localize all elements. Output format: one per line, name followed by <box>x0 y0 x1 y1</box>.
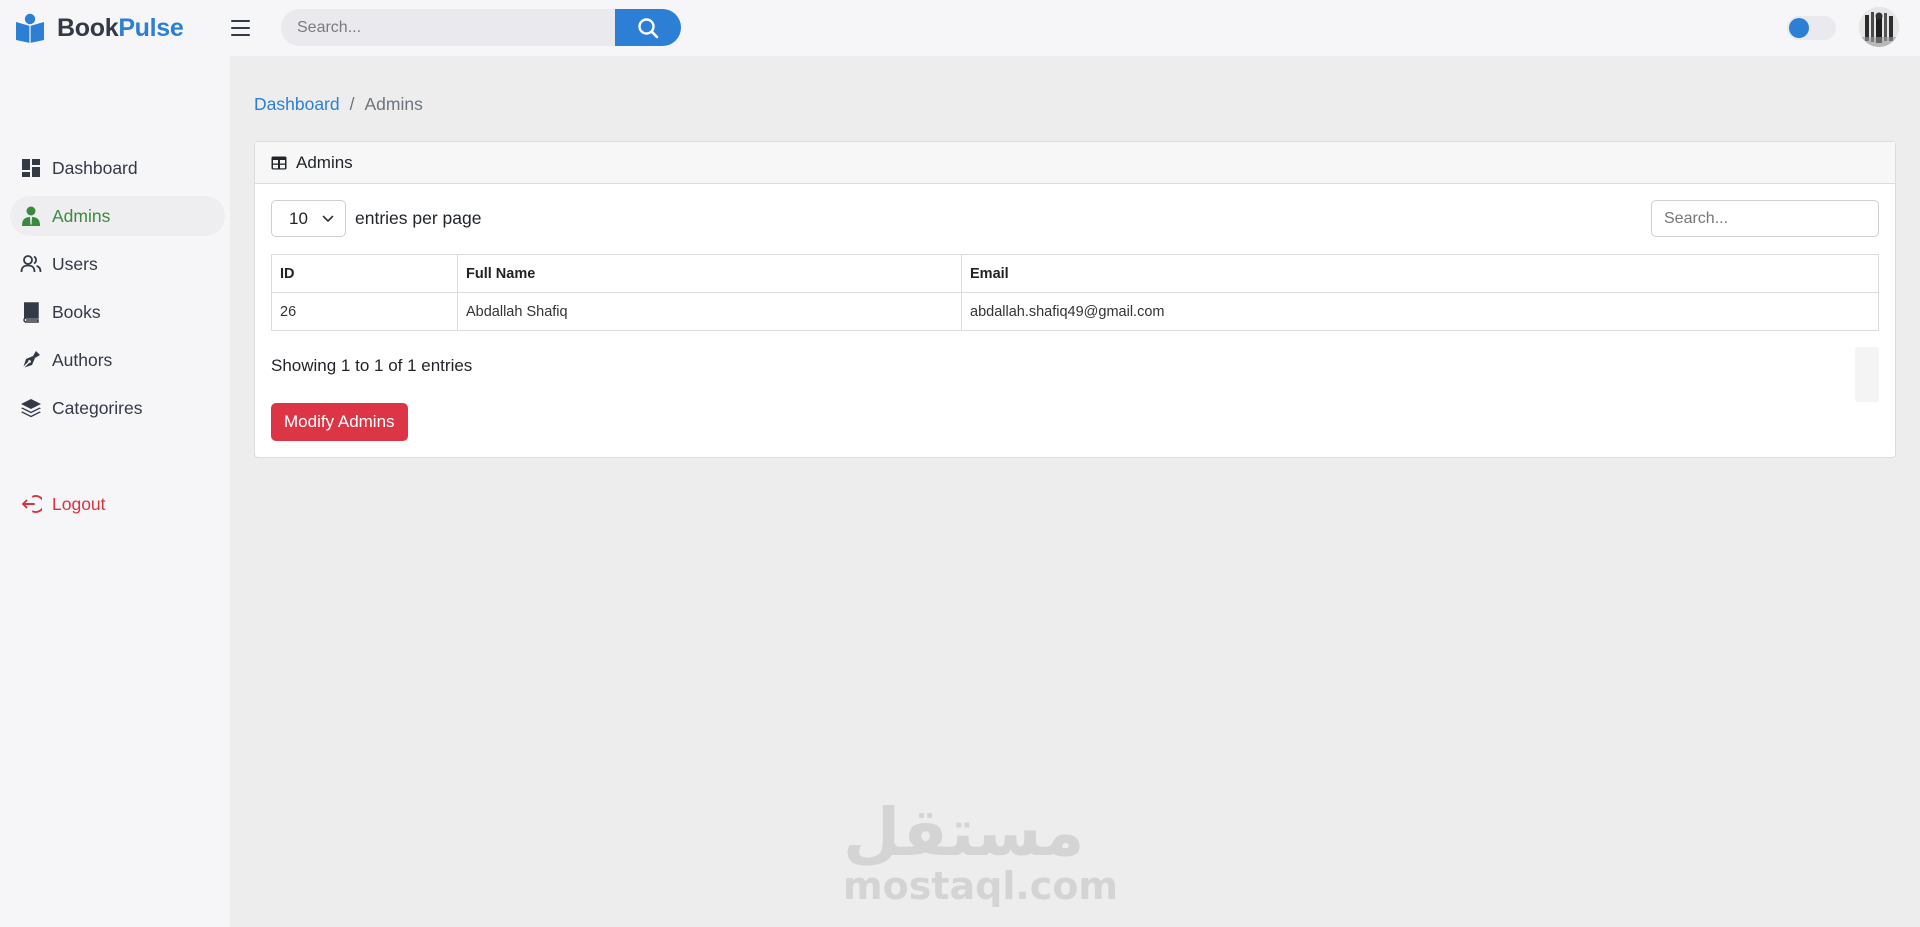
users-icon <box>20 255 42 273</box>
cell-id: 26 <box>271 292 458 331</box>
layers-icon <box>21 399 41 418</box>
theme-toggle[interactable] <box>1787 16 1836 40</box>
sidebar-item-label: Categorires <box>52 397 143 418</box>
logout-icon <box>22 495 42 513</box>
sidebar-item-logout[interactable]: Logout <box>10 484 225 524</box>
table-icon <box>271 156 287 169</box>
entries-per-page-value: 10 <box>289 208 308 228</box>
watermark-latin: mostaql.com <box>843 864 1119 908</box>
user-avatar-image <box>1859 7 1899 47</box>
top-search-button[interactable] <box>615 9 681 46</box>
open-book-icon <box>16 13 44 43</box>
modify-admins-button[interactable]: Modify Admins <box>271 403 408 441</box>
chevron-down-icon <box>322 215 334 222</box>
sidebar-item-label: Users <box>52 253 98 274</box>
sidebar-item-label: Admins <box>52 205 111 226</box>
watermark-arabic: مستقل <box>843 794 1085 871</box>
brand-name-part1: Book <box>57 13 119 42</box>
theme-toggle-knob <box>1789 18 1809 38</box>
breadcrumb-dashboard-link[interactable]: Dashboard <box>254 94 340 115</box>
pen-icon <box>22 351 40 369</box>
sidebar-item-label: Dashboard <box>52 157 138 178</box>
watermark: مستقل mostaql.com <box>843 794 1119 908</box>
entries-per-page-select[interactable]: 10 <box>271 200 346 237</box>
column-header-full-name[interactable]: Full Name <box>457 254 962 293</box>
admin-icon <box>22 206 40 226</box>
sidebar-item-label: Authors <box>52 349 113 370</box>
admins-table: ID Full Name Email 26 Abdallah Shafiq ab… <box>271 254 1879 331</box>
entries-per-page-label: entries per page <box>355 208 482 228</box>
pagination[interactable] <box>1855 347 1879 402</box>
cell-email: abdallah.shafiq49@gmail.com <box>961 292 1879 331</box>
search-icon <box>638 17 659 38</box>
sidebar-item-books[interactable]: Books <box>10 292 225 332</box>
card-title: Admins <box>296 152 353 172</box>
brand-logo[interactable]: BookPulse <box>14 11 184 45</box>
breadcrumb: Dashboard / Admins <box>254 92 423 116</box>
admins-card: Admins 10 entries per page ID Full Name … <box>254 141 1896 458</box>
column-header-email[interactable]: Email <box>961 254 1879 293</box>
top-search <box>281 9 681 46</box>
column-header-id[interactable]: ID <box>271 254 458 293</box>
card-header: Admins <box>255 142 1895 184</box>
top-bar: BookPulse <box>0 0 1920 56</box>
table-info: Showing 1 to 1 of 1 entries <box>271 356 473 375</box>
sidebar-item-categories[interactable]: Categorires <box>10 388 225 428</box>
hamburger-icon[interactable] <box>231 15 257 41</box>
breadcrumb-separator: / <box>349 93 355 114</box>
dashboard-icon <box>22 159 40 177</box>
table-header-row: ID Full Name Email <box>271 254 1879 293</box>
avatar[interactable] <box>1859 7 1899 47</box>
entries-control: 10 entries per page <box>271 200 481 237</box>
brand-name-part2: Pulse <box>118 13 184 42</box>
sidebar-item-label: Logout <box>52 493 106 514</box>
breadcrumb-current: Admins <box>364 93 423 114</box>
sidebar-item-authors[interactable]: Authors <box>10 340 225 380</box>
sidebar-item-admins[interactable]: Admins <box>10 196 225 236</box>
brand-name: BookPulse <box>57 14 184 43</box>
sidebar-item-dashboard[interactable]: Dashboard <box>10 148 225 188</box>
table-search-input[interactable] <box>1651 200 1879 237</box>
table-row[interactable]: 26 Abdallah Shafiq abdallah.shafiq49@gma… <box>271 292 1879 331</box>
top-search-input[interactable] <box>281 9 615 46</box>
sidebar-item-users[interactable]: Users <box>10 244 225 284</box>
book-icon <box>23 302 39 323</box>
cell-full-name: Abdallah Shafiq <box>457 292 962 331</box>
sidebar-item-label: Books <box>52 301 101 322</box>
sidebar: Dashboard Admins Users Books Authors Cat… <box>0 56 230 927</box>
